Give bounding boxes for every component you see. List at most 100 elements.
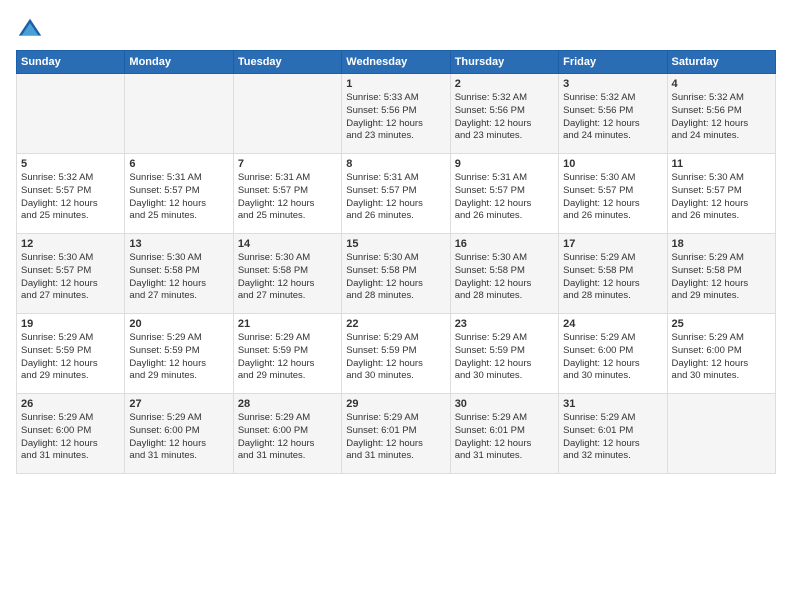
calendar-cell: 31Sunrise: 5:29 AM Sunset: 6:01 PM Dayli… — [559, 394, 667, 474]
header-day-tuesday: Tuesday — [233, 51, 341, 74]
calendar-header: SundayMondayTuesdayWednesdayThursdayFrid… — [17, 51, 776, 74]
week-row-5: 26 Sunrise: 5:29 AM Sunset: 6:00 PM Dayli… — [17, 394, 776, 474]
logo-icon — [16, 16, 44, 44]
calendar-cell — [667, 394, 775, 474]
header-day-sunday: Sunday — [17, 51, 125, 74]
day-number: 11 — [672, 158, 771, 170]
cell-content: Sunrise: 5:29 AM Sunset: 6:01 PM Dayligh… — [346, 412, 445, 463]
cell-content: Sunrise: 5:29 AM Sunset: 6:01 PM Dayligh… — [455, 412, 554, 463]
calendar-cell: 27Sunrise: 5:29 AM Sunset: 6:00 PM Dayli… — [125, 394, 233, 474]
calendar-cell: 11 Sunrise: 5:30 AM Sunset: 5:57 PM Dayli… — [667, 154, 775, 234]
calendar-cell: 5 Sunrise: 5:32 AM Sunset: 5:57 PM Daylig… — [17, 154, 125, 234]
day-number: 27 — [129, 398, 228, 410]
header-day-wednesday: Wednesday — [342, 51, 450, 74]
cell-content: Sunrise: 5:32 AM Sunset: 5:57 PM Dayligh… — [21, 172, 120, 223]
day-number: 15 — [346, 238, 445, 250]
day-number: 26 — [21, 398, 120, 410]
calendar-cell: 23 Sunrise: 5:29 AM Sunset: 5:59 PM Dayli… — [450, 314, 558, 394]
day-number: 19 — [21, 318, 120, 330]
calendar-cell: 20 Sunrise: 5:29 AM Sunset: 5:59 PM Dayli… — [125, 314, 233, 394]
calendar-cell: 17Sunrise: 5:29 AM Sunset: 5:58 PM Dayli… — [559, 234, 667, 314]
day-number: 7 — [238, 158, 337, 170]
cell-content: Sunrise: 5:29 AM Sunset: 5:58 PM Dayligh… — [672, 252, 771, 303]
header-day-friday: Friday — [559, 51, 667, 74]
day-number: 12 — [21, 238, 120, 250]
calendar-cell: 21 Sunrise: 5:29 AM Sunset: 5:59 PM Dayli… — [233, 314, 341, 394]
cell-content: Sunrise: 5:30 AM Sunset: 5:58 PM Dayligh… — [455, 252, 554, 303]
calendar-cell: 14 Sunrise: 5:30 AM Sunset: 5:58 PM Dayli… — [233, 234, 341, 314]
cell-content: Sunrise: 5:31 AM Sunset: 5:57 PM Dayligh… — [346, 172, 445, 223]
cell-content: Sunrise: 5:32 AM Sunset: 5:56 PM Dayligh… — [455, 92, 554, 143]
day-number: 8 — [346, 158, 445, 170]
day-number: 21 — [238, 318, 337, 330]
cell-content: Sunrise: 5:30 AM Sunset: 5:57 PM Dayligh… — [21, 252, 120, 303]
cell-content: Sunrise: 5:30 AM Sunset: 5:58 PM Dayligh… — [346, 252, 445, 303]
header-day-monday: Monday — [125, 51, 233, 74]
cell-content: Sunrise: 5:32 AM Sunset: 5:56 PM Dayligh… — [563, 92, 662, 143]
cell-content: Sunrise: 5:29 AM Sunset: 6:00 PM Dayligh… — [672, 332, 771, 383]
day-number: 18 — [672, 238, 771, 250]
cell-content: Sunrise: 5:29 AM Sunset: 5:59 PM Dayligh… — [238, 332, 337, 383]
week-row-2: 5 Sunrise: 5:32 AM Sunset: 5:57 PM Daylig… — [17, 154, 776, 234]
week-row-4: 19 Sunrise: 5:29 AM Sunset: 5:59 PM Dayli… — [17, 314, 776, 394]
cell-content: Sunrise: 5:30 AM Sunset: 5:58 PM Dayligh… — [129, 252, 228, 303]
day-number: 16 — [455, 238, 554, 250]
calendar-cell: 9Sunrise: 5:31 AM Sunset: 5:57 PM Daylig… — [450, 154, 558, 234]
day-number: 14 — [238, 238, 337, 250]
day-number: 25 — [672, 318, 771, 330]
header-row: SundayMondayTuesdayWednesdayThursdayFrid… — [17, 51, 776, 74]
calendar-cell: 7 Sunrise: 5:31 AM Sunset: 5:57 PM Daylig… — [233, 154, 341, 234]
cell-content: Sunrise: 5:29 AM Sunset: 6:00 PM Dayligh… — [563, 332, 662, 383]
cell-content: Sunrise: 5:29 AM Sunset: 5:58 PM Dayligh… — [563, 252, 662, 303]
header-day-saturday: Saturday — [667, 51, 775, 74]
day-number: 31 — [563, 398, 662, 410]
cell-content: Sunrise: 5:31 AM Sunset: 5:57 PM Dayligh… — [129, 172, 228, 223]
day-number: 10 — [563, 158, 662, 170]
cell-content: Sunrise: 5:32 AM Sunset: 5:56 PM Dayligh… — [672, 92, 771, 143]
calendar-cell: 3 Sunrise: 5:32 AM Sunset: 5:56 PM Daylig… — [559, 74, 667, 154]
calendar-cell: 26 Sunrise: 5:29 AM Sunset: 6:00 PM Dayli… — [17, 394, 125, 474]
calendar-cell: 16 Sunrise: 5:30 AM Sunset: 5:58 PM Dayli… — [450, 234, 558, 314]
cell-content: Sunrise: 5:30 AM Sunset: 5:57 PM Dayligh… — [563, 172, 662, 223]
cell-content: Sunrise: 5:30 AM Sunset: 5:57 PM Dayligh… — [672, 172, 771, 223]
day-number: 24 — [563, 318, 662, 330]
calendar-cell: 10 Sunrise: 5:30 AM Sunset: 5:57 PM Dayli… — [559, 154, 667, 234]
day-number: 3 — [563, 78, 662, 90]
week-row-1: 1 Sunrise: 5:33 AM Sunset: 5:56 PM Daylig… — [17, 74, 776, 154]
day-number: 20 — [129, 318, 228, 330]
cell-content: Sunrise: 5:29 AM Sunset: 5:59 PM Dayligh… — [455, 332, 554, 383]
day-number: 1 — [346, 78, 445, 90]
day-number: 29 — [346, 398, 445, 410]
day-number: 4 — [672, 78, 771, 90]
calendar-cell: 30 Sunrise: 5:29 AM Sunset: 6:01 PM Dayli… — [450, 394, 558, 474]
week-row-3: 12 Sunrise: 5:30 AM Sunset: 5:57 PM Dayli… — [17, 234, 776, 314]
day-number: 5 — [21, 158, 120, 170]
calendar-cell: 19 Sunrise: 5:29 AM Sunset: 5:59 PM Dayli… — [17, 314, 125, 394]
calendar-body: 1 Sunrise: 5:33 AM Sunset: 5:56 PM Daylig… — [17, 74, 776, 474]
day-number: 2 — [455, 78, 554, 90]
calendar-cell: 29 Sunrise: 5:29 AM Sunset: 6:01 PM Dayli… — [342, 394, 450, 474]
page-header — [16, 16, 776, 44]
calendar-cell: 15 Sunrise: 5:30 AM Sunset: 5:58 PM Dayli… — [342, 234, 450, 314]
calendar-cell: 6Sunrise: 5:31 AM Sunset: 5:57 PM Daylig… — [125, 154, 233, 234]
day-number: 28 — [238, 398, 337, 410]
calendar-table: SundayMondayTuesdayWednesdayThursdayFrid… — [16, 50, 776, 474]
calendar-cell: 22Sunrise: 5:29 AM Sunset: 5:59 PM Dayli… — [342, 314, 450, 394]
logo — [16, 16, 48, 44]
cell-content: Sunrise: 5:33 AM Sunset: 5:56 PM Dayligh… — [346, 92, 445, 143]
cell-content: Sunrise: 5:29 AM Sunset: 6:00 PM Dayligh… — [21, 412, 120, 463]
cell-content: Sunrise: 5:31 AM Sunset: 5:57 PM Dayligh… — [238, 172, 337, 223]
day-number: 23 — [455, 318, 554, 330]
cell-content: Sunrise: 5:29 AM Sunset: 6:00 PM Dayligh… — [238, 412, 337, 463]
day-number: 30 — [455, 398, 554, 410]
cell-content: Sunrise: 5:30 AM Sunset: 5:58 PM Dayligh… — [238, 252, 337, 303]
calendar-cell: 8 Sunrise: 5:31 AM Sunset: 5:57 PM Daylig… — [342, 154, 450, 234]
cell-content: Sunrise: 5:29 AM Sunset: 5:59 PM Dayligh… — [129, 332, 228, 383]
cell-content: Sunrise: 5:29 AM Sunset: 5:59 PM Dayligh… — [346, 332, 445, 383]
calendar-cell: 18 Sunrise: 5:29 AM Sunset: 5:58 PM Dayli… — [667, 234, 775, 314]
cell-content: Sunrise: 5:29 AM Sunset: 5:59 PM Dayligh… — [21, 332, 120, 383]
header-day-thursday: Thursday — [450, 51, 558, 74]
calendar-cell: 13Sunrise: 5:30 AM Sunset: 5:58 PM Dayli… — [125, 234, 233, 314]
calendar-cell: 12 Sunrise: 5:30 AM Sunset: 5:57 PM Dayli… — [17, 234, 125, 314]
calendar-cell: 28 Sunrise: 5:29 AM Sunset: 6:00 PM Dayli… — [233, 394, 341, 474]
